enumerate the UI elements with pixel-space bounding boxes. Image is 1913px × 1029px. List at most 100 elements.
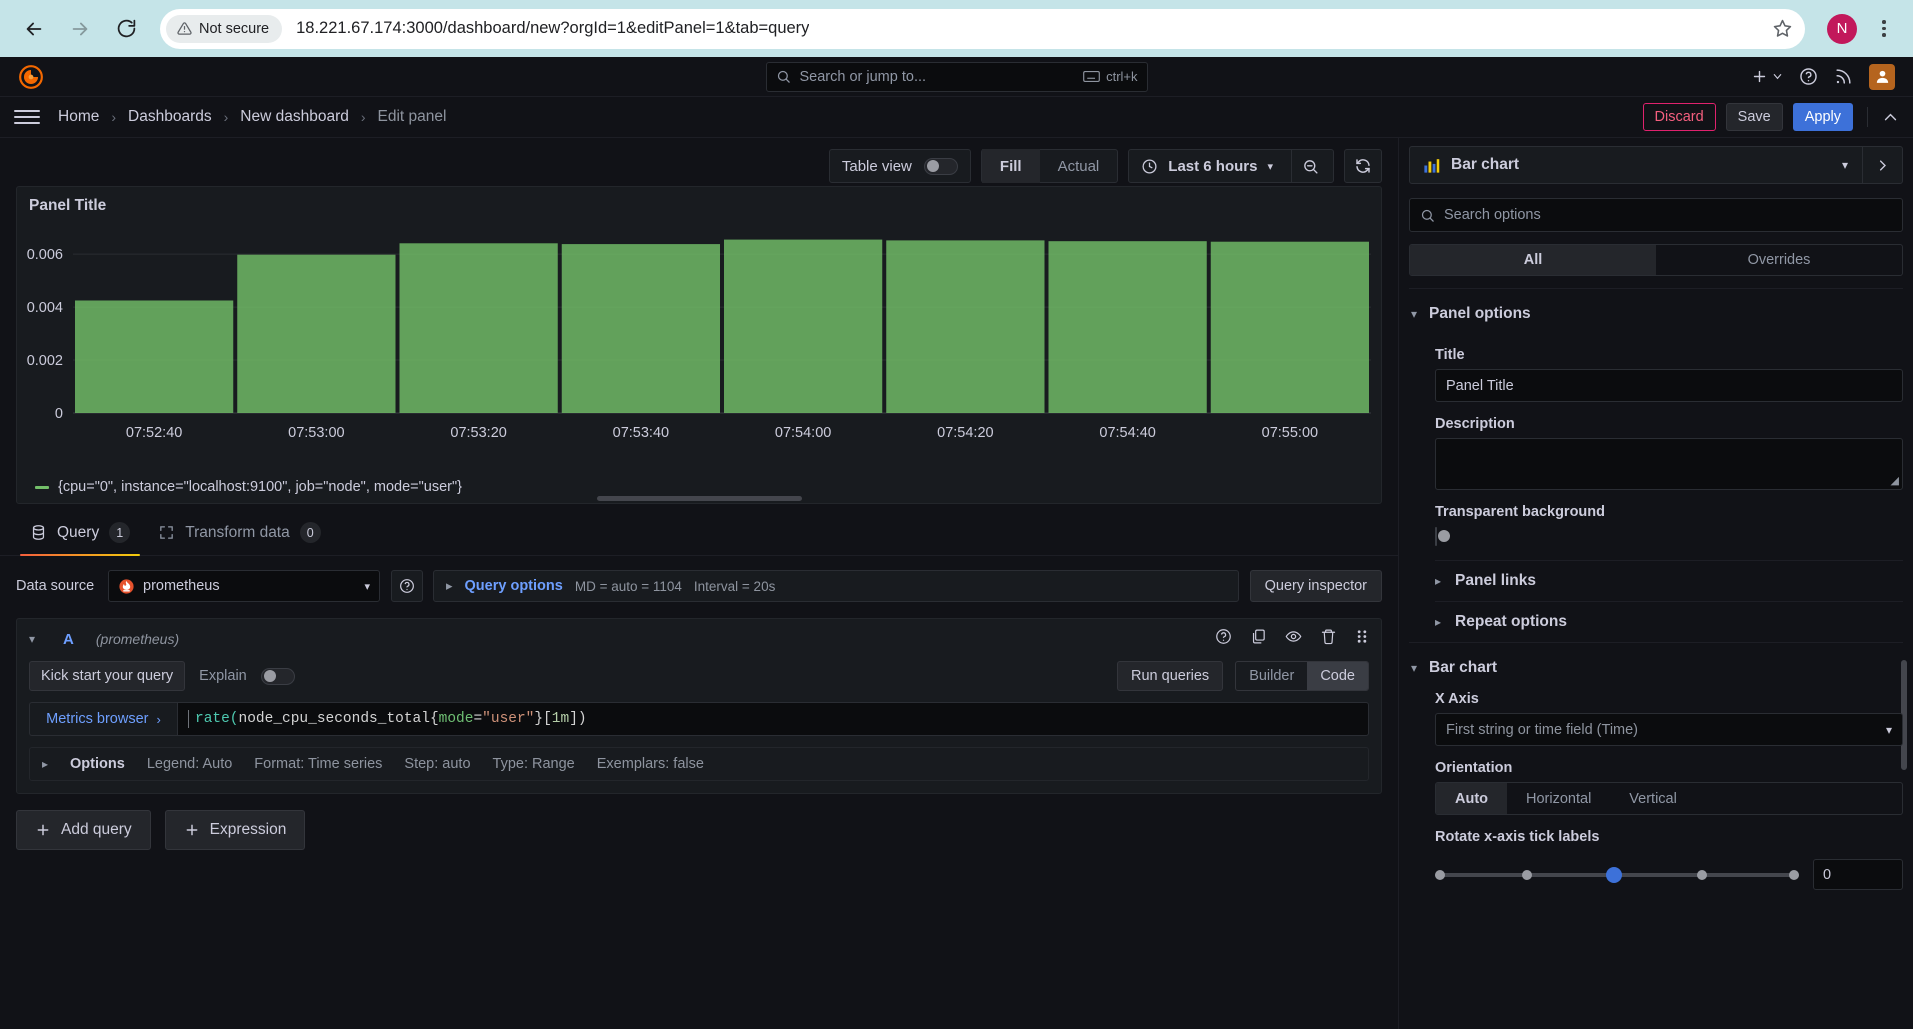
resize-grip-icon[interactable]: ◢ (1891, 474, 1899, 487)
forward-button[interactable] (60, 9, 100, 49)
panel-links-row[interactable]: ▸ Panel links (1435, 560, 1903, 601)
bar[interactable] (399, 243, 558, 413)
rotate-slider[interactable] (1435, 866, 1799, 883)
tab-transform-data[interactable]: Transform data 0 (144, 516, 335, 555)
explain-switch[interactable] (260, 667, 295, 685)
panel-horizontal-scrollbar[interactable] (17, 496, 1381, 501)
bar[interactable] (237, 254, 396, 413)
panel-description-textarea[interactable]: ◢ (1435, 438, 1903, 490)
menu-toggle-icon[interactable] (14, 104, 40, 130)
query-options-link[interactable]: Query options (465, 578, 563, 594)
query-options-bar[interactable]: ▸ Query options MD = auto = 1104 Interva… (433, 570, 1239, 602)
query-help-icon[interactable] (1215, 628, 1232, 650)
chevron-down-icon[interactable]: ▾ (1828, 158, 1862, 172)
apply-button[interactable]: Apply (1792, 103, 1853, 131)
datasource-row: Data source prometheus ▾ ▸ Query options… (16, 570, 1382, 602)
chevron-right-icon: ▸ (42, 757, 49, 771)
user-avatar[interactable] (1869, 63, 1895, 90)
repeat-options-row[interactable]: ▸ Repeat options (1435, 601, 1903, 642)
all-overrides-tabs[interactable]: All Overrides (1409, 244, 1903, 276)
panel-editor-left: Table view Fill Actual Last 6 hours ▾ Pa… (0, 138, 1907, 1029)
visualization-picker[interactable]: Bar chart ▾ (1409, 146, 1903, 184)
bar-chart[interactable]: 0 0.002 0.004 0.006 07:52:40 07:53:00 07:53:20… (17, 215, 1381, 479)
add-new-button[interactable] (1751, 68, 1783, 85)
promql-expression-input[interactable]: rate(node_cpu_seconds_total{mode="user"}… (177, 702, 1369, 736)
run-queries-button[interactable]: Run queries (1117, 661, 1224, 691)
transparent-background-switch[interactable] (1435, 527, 1450, 546)
options-scroll-area[interactable]: ▾ Panel options Title Panel Title Descri… (1409, 282, 1903, 1029)
rotate-tick-labels-control[interactable]: 0 (1435, 859, 1903, 890)
back-button[interactable] (14, 9, 54, 49)
bar-chart-section-header[interactable]: ▾ Bar chart (1409, 643, 1903, 687)
discard-button[interactable]: Discard (1642, 103, 1716, 131)
orientation-horizontal[interactable]: Horizontal (1507, 783, 1610, 814)
breadcrumb-home[interactable]: Home (56, 108, 101, 126)
chevron-right-icon: ▸ (446, 578, 453, 593)
builder-option[interactable]: Builder (1236, 662, 1307, 690)
fill-option[interactable]: Fill (981, 149, 1040, 183)
bar[interactable] (1210, 241, 1369, 413)
delete-query-icon[interactable] (1320, 628, 1337, 650)
duplicate-query-icon[interactable] (1250, 628, 1267, 650)
help-icon[interactable] (1799, 67, 1818, 86)
bar-chart-svg: 0 0.002 0.004 0.006 07:52:40 07:53:00 07:53:20… (27, 239, 1371, 441)
datasource-name: prometheus (143, 578, 220, 594)
bar[interactable] (75, 300, 234, 413)
breadcrumb-edit-panel[interactable]: Edit panel (376, 108, 449, 126)
bar[interactable] (561, 244, 720, 413)
drag-handle-icon[interactable] (1355, 628, 1369, 650)
browser-menu-icon[interactable] (1869, 20, 1899, 37)
datasource-help-button[interactable] (391, 570, 423, 602)
table-view-toggle-group[interactable]: Table view (828, 149, 971, 183)
metrics-browser-button[interactable]: Metrics browser › (29, 702, 177, 736)
actual-option[interactable]: Actual (1040, 149, 1118, 183)
not-secure-badge[interactable]: Not secure (166, 14, 283, 43)
repeat-options-label: Repeat options (1455, 613, 1567, 630)
collapse-chevron-icon[interactable]: ▾ (29, 632, 35, 646)
hide-response-eye-icon[interactable] (1285, 628, 1302, 650)
chevron-right-icon: › (156, 711, 161, 727)
time-range-picker[interactable]: Last 6 hours ▾ (1128, 149, 1334, 183)
options-search-input[interactable]: Search options (1409, 198, 1903, 232)
builder-code-segment[interactable]: Builder Code (1235, 661, 1369, 691)
browser-profile-avatar[interactable]: N (1827, 13, 1857, 44)
panel-title-input[interactable]: Panel Title (1435, 369, 1903, 402)
bar[interactable] (886, 240, 1045, 413)
panel-options-section-header[interactable]: ▾ Panel options (1409, 289, 1903, 333)
tab-query[interactable]: Query 1 (16, 516, 144, 556)
news-rss-icon[interactable] (1834, 67, 1853, 86)
orientation-vertical[interactable]: Vertical (1610, 783, 1696, 814)
rotate-value-input[interactable]: 0 (1813, 859, 1903, 890)
table-view-switch[interactable] (923, 157, 958, 175)
tab-all[interactable]: All (1410, 245, 1656, 275)
add-expression-button[interactable]: Expression (164, 810, 306, 850)
reload-button[interactable] (106, 9, 146, 49)
option-step: Step: auto (404, 756, 471, 772)
global-search[interactable]: Search or jump to... ctrl+k (765, 61, 1148, 92)
save-button[interactable]: Save (1725, 103, 1783, 131)
query-options-summary-row[interactable]: ▸ Options Legend: Auto Format: Time seri… (29, 747, 1369, 781)
breadcrumb-dashboards[interactable]: Dashboards (126, 108, 214, 126)
datasource-picker[interactable]: prometheus ▾ (108, 570, 380, 602)
zoom-out-time-button[interactable] (1291, 150, 1329, 182)
query-inspector-button[interactable]: Query inspector (1249, 570, 1382, 602)
bookmark-star-icon[interactable] (1767, 14, 1797, 44)
query-ref-id[interactable]: A (47, 631, 84, 648)
panel-title: Panel Title (29, 197, 107, 214)
kick-start-query-button[interactable]: Kick start your query (29, 661, 186, 691)
grafana-logo-icon[interactable] (18, 64, 44, 90)
bar[interactable] (1048, 241, 1207, 413)
open-viz-suggestions-button[interactable] (1862, 147, 1902, 183)
fill-actual-segment[interactable]: Fill Actual (980, 149, 1119, 183)
refresh-button[interactable] (1344, 149, 1382, 183)
code-option[interactable]: Code (1307, 662, 1368, 690)
orientation-radio-group[interactable]: Auto Horizontal Vertical (1435, 782, 1903, 815)
collapse-chevron-up-icon[interactable] (1882, 109, 1899, 126)
x-axis-select[interactable]: First string or time field (Time) ▾ (1435, 713, 1903, 746)
add-query-button[interactable]: Add query (16, 810, 151, 850)
address-bar[interactable]: Not secure 18.221.67.174:3000/dashboard/… (160, 8, 1805, 49)
breadcrumb-new-dashboard[interactable]: New dashboard (238, 108, 351, 126)
orientation-auto[interactable]: Auto (1436, 783, 1508, 814)
bar[interactable] (724, 239, 883, 413)
tab-overrides[interactable]: Overrides (1656, 245, 1902, 275)
